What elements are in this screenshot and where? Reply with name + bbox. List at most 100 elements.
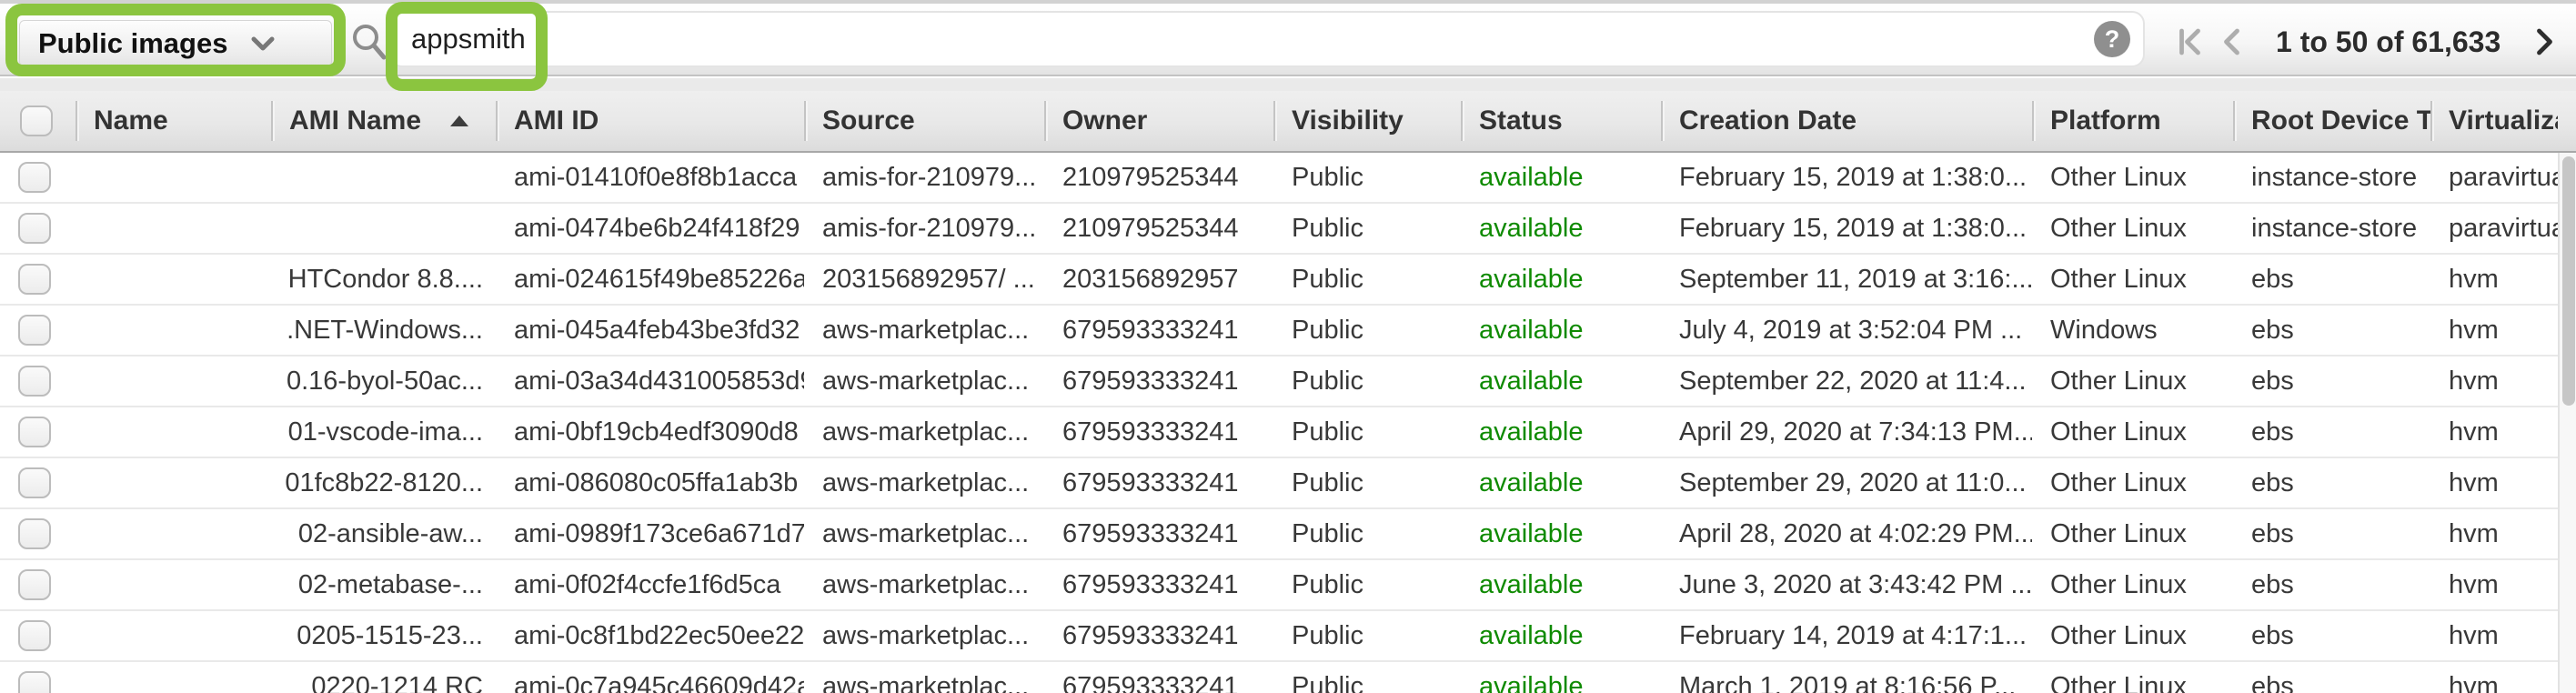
cell-platform: Other Linux [2032,153,2233,202]
column-header-source-label: Source [822,105,915,136]
table-row[interactable]: 0.16-byol-50ac... ami-03a34d431005853d9 … [0,357,2558,407]
cell-status: available [1461,204,1661,253]
cell-source: aws-marketplac... [804,560,1044,609]
cell-name [75,458,271,507]
table-row[interactable]: ami-01410f0e8f8b1acca amis-for-210979...… [0,153,2558,204]
cell-creation-date: September 11, 2019 at 3:16:... [1661,255,2032,304]
next-page-button[interactable] [2522,24,2564,60]
table-row[interactable]: .NET-Windows... ami-045a4feb43be3fd32 aw… [0,306,2558,357]
row-checkbox[interactable] [18,671,51,693]
table-row[interactable]: 02-metabase-... ami-0f02f4ccfe1f6d5ca aw… [0,560,2558,611]
cell-ami-id: ami-01410f0e8f8b1acca [496,153,804,202]
cell-name [75,407,271,457]
cell-platform: Other Linux [2032,458,2233,507]
cell-ami-name: 01-vscode-ima... [271,407,496,457]
cell-root-device-type: ebs [2233,306,2430,355]
table-row[interactable]: 0220-1214 RC ami-0c7a945c46609d42a aws-m… [0,662,2558,693]
table-row[interactable]: 01-vscode-ima... ami-0bf19cb4edf3090d8 a… [0,407,2558,458]
cell-platform: Other Linux [2032,357,2233,406]
cell-owner: 679593333241 [1044,407,1273,457]
column-header-creation-date-label: Creation Date [1679,105,1857,136]
image-type-filter-dropdown[interactable]: Public images [19,20,332,67]
row-checkbox[interactable] [18,366,51,397]
cell-root-device-type: ebs [2233,255,2430,304]
cell-name [75,153,271,202]
row-checkbox[interactable] [18,213,51,244]
first-page-button[interactable] [2170,24,2212,60]
cell-virtualization: hvm [2430,560,2558,609]
select-all-checkbox[interactable] [20,105,53,136]
column-header-creation-date[interactable]: Creation Date [1661,91,2032,151]
cell-ami-name: 0220-1214 RC [271,662,496,693]
column-header-status-label: Status [1479,105,1563,136]
prev-page-button[interactable] [2212,24,2254,60]
row-checkbox[interactable] [18,162,51,193]
search-input[interactable] [411,13,1957,65]
cell-virtualization: hvm [2430,662,2558,693]
column-header-name[interactable]: Name [75,91,271,151]
column-header-name-label: Name [94,105,168,136]
row-checkbox[interactable] [18,315,51,346]
table-row[interactable]: HTCondor 8.8.... ami-024615f49be85226a 2… [0,255,2558,306]
cell-source: aws-marketplac... [804,509,1044,558]
vertical-scrollbar-track[interactable] [2558,153,2576,693]
row-checkbox-cell [0,153,75,202]
cell-name [75,357,271,406]
table-row[interactable]: 01fc8b22-8120... ami-086080c05ffa1ab3b a… [0,458,2558,509]
cell-platform: Other Linux [2032,509,2233,558]
row-checkbox-cell [0,611,75,660]
row-checkbox[interactable] [18,264,51,295]
column-header-platform[interactable]: Platform [2032,91,2233,151]
table-row[interactable]: 0205-1515-23... ami-0c8f1bd22ec50ee22 aw… [0,611,2558,662]
cell-root-device-type: instance-store [2233,204,2430,253]
help-icon[interactable]: ? [2094,21,2130,57]
search-field: ? [389,11,2145,67]
column-header-ami-name[interactable]: AMI Name [271,91,496,151]
last-page-button[interactable] [2564,24,2576,60]
column-header-ami-id[interactable]: AMI ID [496,91,804,151]
row-checkbox-cell [0,407,75,457]
select-all-checkbox-cell [0,91,75,151]
column-header-platform-label: Platform [2050,105,2161,136]
row-checkbox[interactable] [18,467,51,498]
row-checkbox-cell [0,204,75,253]
cell-ami-id: ami-0c8f1bd22ec50ee22 [496,611,804,660]
table-row[interactable]: ami-0474be6b24f418f29 amis-for-210979...… [0,204,2558,255]
column-header-visibility[interactable]: Visibility [1273,91,1461,151]
cell-status: available [1461,153,1661,202]
cell-ami-name: 0.16-byol-50ac... [271,357,496,406]
cell-ami-id: ami-024615f49be85226a [496,255,804,304]
table-header: Name AMI Name AMI ID Source Owner Visibi… [0,91,2576,153]
row-checkbox[interactable] [18,518,51,549]
cell-root-device-type: ebs [2233,560,2430,609]
cell-creation-date: February 15, 2019 at 1:38:0... [1661,153,2032,202]
column-header-owner-label: Owner [1062,105,1147,136]
cell-virtualization: paravirtual [2430,153,2558,202]
cell-status: available [1461,357,1661,406]
table-row[interactable]: 02-ansible-aw... ami-0989f173ce6a671d7 a… [0,509,2558,560]
column-header-root-device-type-label: Root Device Type [2251,105,2430,136]
column-header-root-device-type[interactable]: Root Device Type [2233,91,2430,151]
column-header-owner[interactable]: Owner [1044,91,1273,151]
vertical-scrollbar-thumb[interactable] [2562,156,2575,406]
cell-virtualization: hvm [2430,407,2558,457]
cell-virtualization: hvm [2430,306,2558,355]
cell-visibility: Public [1273,662,1461,693]
column-header-status[interactable]: Status [1461,91,1661,151]
cell-platform: Other Linux [2032,407,2233,457]
column-header-source[interactable]: Source [804,91,1044,151]
row-checkbox[interactable] [18,620,51,651]
cell-ami-name: 0205-1515-23... [271,611,496,660]
search-icon [351,23,387,65]
cell-name [75,306,271,355]
row-checkbox[interactable] [18,569,51,600]
cell-visibility: Public [1273,560,1461,609]
cell-visibility: Public [1273,611,1461,660]
cell-owner: 679593333241 [1044,611,1273,660]
column-header-virtualization[interactable]: Virtualization [2430,91,2558,151]
cell-ami-name [271,153,496,202]
column-header-visibility-label: Visibility [1292,105,1404,136]
cell-ami-id: ami-0c7a945c46609d42a [496,662,804,693]
cell-platform: Other Linux [2032,204,2233,253]
row-checkbox[interactable] [18,417,51,447]
